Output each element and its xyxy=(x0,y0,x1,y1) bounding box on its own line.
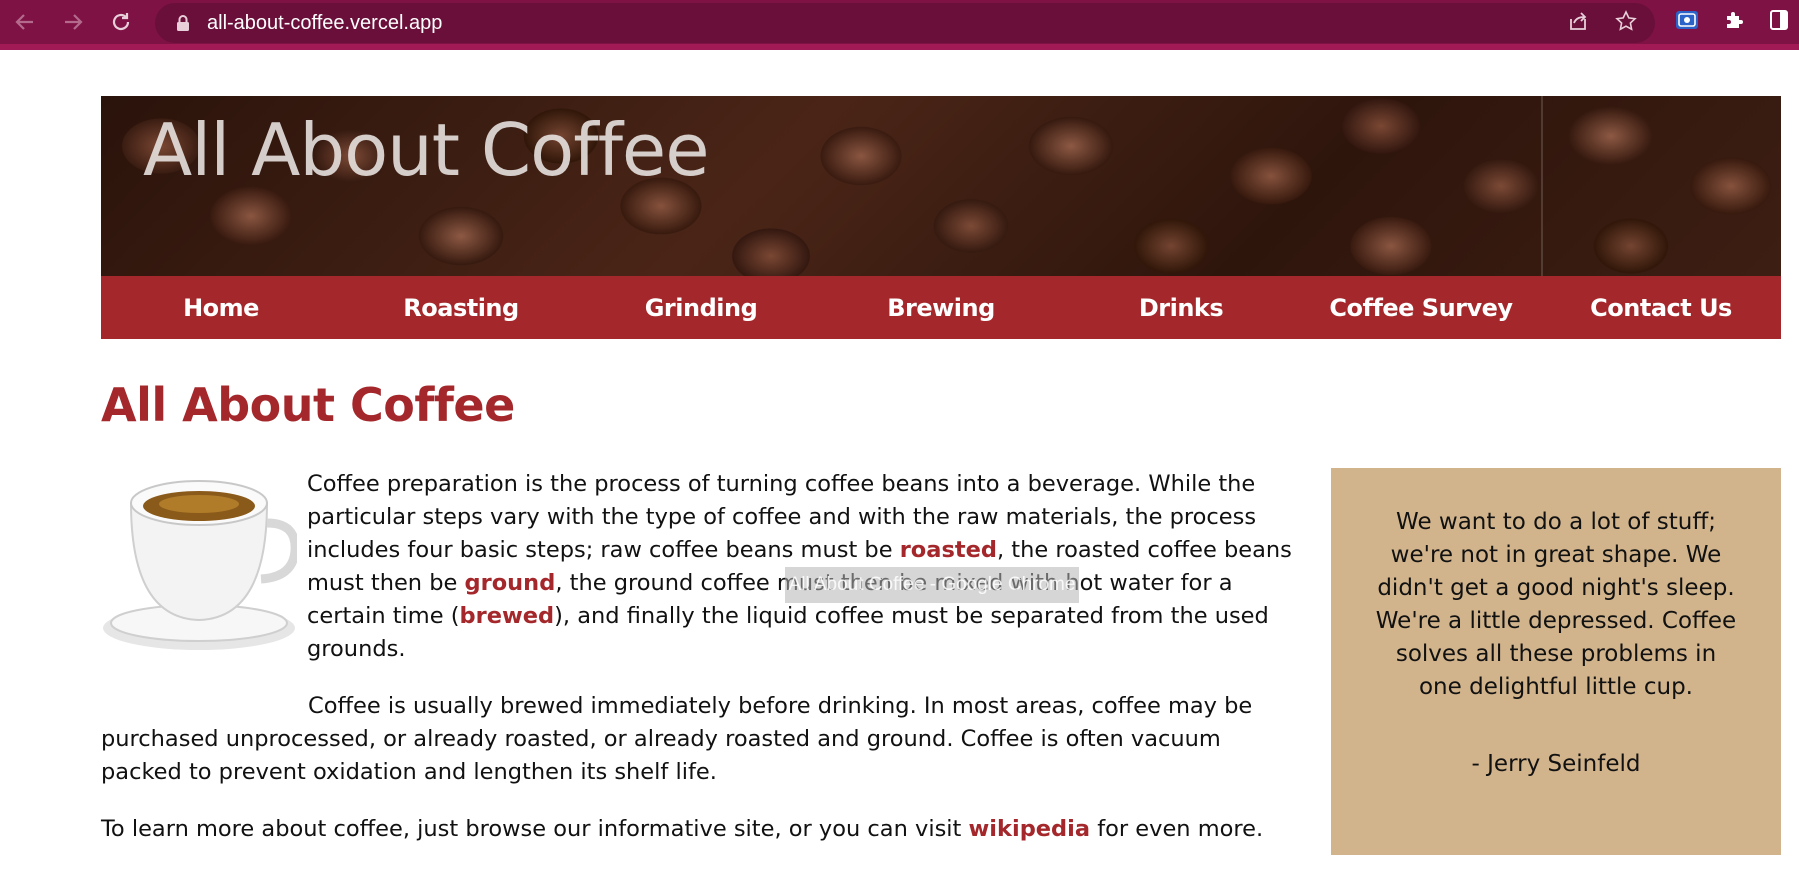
nav-roasting[interactable]: Roasting xyxy=(341,294,581,322)
main-content: Coffee preparation is the process of tur… xyxy=(101,468,1301,870)
quote-sidebar: We want to do a lot of stuff; we're not … xyxy=(1331,468,1781,855)
wikipedia-link[interactable]: wikipedia xyxy=(969,816,1091,842)
quote-author: - Jerry Seinfeld xyxy=(1471,751,1641,777)
brewed-link[interactable]: brewed xyxy=(460,603,555,629)
nav-drinks[interactable]: Drinks xyxy=(1061,294,1301,322)
nav-grinding[interactable]: Grinding xyxy=(581,294,821,322)
banner-title: All About Coffee xyxy=(143,108,710,192)
learn-more-text-2: for even more. xyxy=(1090,816,1264,842)
banner-seam xyxy=(1541,96,1543,276)
learn-more-text-1: To learn more about coffee, just browse … xyxy=(101,816,969,842)
toolbar-border xyxy=(0,44,1799,50)
coffee-cup-image xyxy=(103,480,297,650)
lock-icon[interactable] xyxy=(173,14,193,32)
browser-toolbar: all-about-coffee.vercel.app xyxy=(0,0,1799,50)
quote-text: We want to do a lot of stuff; we're not … xyxy=(1375,509,1737,700)
learn-more-paragraph: To learn more about coffee, just browse … xyxy=(101,813,1301,846)
address-bar[interactable]: all-about-coffee.vercel.app xyxy=(155,3,1655,43)
forward-icon[interactable] xyxy=(53,2,93,42)
extensions-puzzle-icon[interactable] xyxy=(1723,9,1745,35)
coffee-beans-banner: All About Coffee xyxy=(101,96,1781,276)
ground-link[interactable]: ground xyxy=(465,570,556,596)
url-text[interactable]: all-about-coffee.vercel.app xyxy=(207,12,442,35)
screen-capture-extension-icon[interactable] xyxy=(1675,9,1699,35)
nav-contact-us[interactable]: Contact Us xyxy=(1541,294,1781,322)
nav-coffee-survey[interactable]: Coffee Survey xyxy=(1301,294,1541,322)
nav-brewing[interactable]: Brewing xyxy=(821,294,1061,322)
side-panel-icon[interactable] xyxy=(1769,9,1789,35)
reload-icon[interactable] xyxy=(101,2,141,42)
page-container: All About Coffee Home Roasting Grinding … xyxy=(101,96,1781,855)
back-icon[interactable] xyxy=(5,2,45,42)
window-title-tooltip: All About Coffee - Google Chrome xyxy=(785,567,1079,603)
brewing-paragraph: Coffee is usually brewed immediately bef… xyxy=(101,693,1253,785)
bookmark-star-icon[interactable] xyxy=(1615,10,1637,36)
share-icon[interactable] xyxy=(1567,10,1589,36)
main-navigation: Home Roasting Grinding Brewing Drinks Co… xyxy=(101,276,1781,339)
roasted-link[interactable]: roasted xyxy=(900,537,997,563)
nav-home[interactable]: Home xyxy=(101,294,341,322)
intro-paragraph: Coffee preparation is the process of tur… xyxy=(101,468,1301,666)
page-title: All About Coffee xyxy=(101,378,515,432)
